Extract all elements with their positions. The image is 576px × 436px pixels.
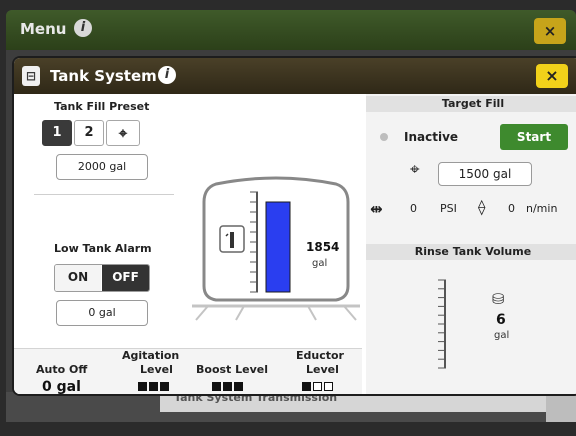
background-header: Menu i × [6, 10, 576, 50]
level-bar-segment [138, 382, 147, 391]
status-indicator-icon [380, 133, 388, 141]
auto-off-value[interactable]: 0 gal [42, 379, 81, 394]
pressure-icon: ⇹ [370, 200, 383, 218]
tank-system-icon: ⊟ [22, 66, 40, 86]
agitation-row: Agitation Eductor Auto Off Level Boost L… [14, 348, 362, 394]
background-bottom-tabs: Tank System Transmission [160, 392, 559, 412]
pressure-unit: PSI [440, 202, 457, 215]
level-bar-segment [313, 382, 322, 391]
left-panel: Tank Fill Preset 1 2 ⌖ 2000 gal Low Tank… [14, 94, 362, 394]
dialog-header: ⊟ Tank System i × [14, 58, 576, 94]
agitation-level-label: Level [140, 363, 173, 376]
rinse-tank-gauge [438, 279, 446, 369]
eductor-level-label: Level [306, 363, 339, 376]
dialog-close-button[interactable]: × [536, 64, 568, 88]
level-bar-segment [223, 382, 232, 391]
agitation-label: Agitation [122, 349, 180, 362]
target-fill-field[interactable]: 1500 gal [438, 162, 532, 186]
background-bottom-right [546, 392, 576, 422]
flow-icon: ⟠ [478, 198, 486, 216]
right-panel: Target Fill Inactive Start ⌖ 1500 gal ⇹ … [366, 94, 576, 394]
dialog-title: Tank System [50, 67, 157, 85]
rinse-tank-volume-unit: gal [494, 330, 510, 341]
boost-level-indicator[interactable] [212, 382, 243, 391]
target-fill-header: Target Fill [366, 96, 576, 112]
background-info-icon[interactable]: i [74, 19, 92, 37]
background-title: Menu [20, 20, 67, 38]
crosshair-icon: ⌖ [410, 160, 420, 180]
low-tank-alarm-field[interactable]: 0 gal [56, 300, 148, 326]
crosshair-icon: ⌖ [118, 124, 128, 142]
start-button[interactable]: Start [500, 124, 568, 150]
low-tank-alarm-label: Low Tank Alarm [54, 242, 152, 255]
background-close-button[interactable]: × [534, 18, 566, 44]
toggle-off-option[interactable]: OFF [102, 265, 149, 291]
preset-1-button[interactable]: 1 [42, 120, 72, 146]
boost-level-label: Boost Level [196, 363, 269, 376]
divider [34, 194, 174, 195]
auto-off-label: Auto Off [36, 363, 88, 376]
dialog-info-icon[interactable]: i [158, 66, 176, 84]
rinse-tank-volume-value: 6 [496, 312, 506, 328]
tank-volume-value: 1854 [306, 240, 340, 254]
flow-value: 0 [508, 202, 515, 215]
flow-unit: n/min [526, 202, 558, 215]
low-tank-alarm-toggle[interactable]: ON OFF [54, 264, 150, 292]
preset-2-button[interactable]: 2 [74, 120, 104, 146]
level-bar-segment [302, 382, 311, 391]
pressure-value: 0 [410, 202, 417, 215]
rinse-tank-header: Rinse Tank Volume [366, 244, 576, 260]
level-bar-segment [234, 382, 243, 391]
eductor-label: Eductor [296, 349, 344, 362]
target-fill-status: Inactive [404, 130, 459, 144]
level-bar-segment [212, 382, 221, 391]
level-bar-segment [149, 382, 158, 391]
preset-volume-field[interactable]: 2000 gal [56, 154, 148, 180]
agitation-level-indicator[interactable] [138, 382, 169, 391]
tank-volume-unit: gal [312, 258, 328, 269]
toggle-on-option[interactable]: ON [55, 265, 101, 291]
eductor-level-indicator[interactable] [302, 382, 333, 391]
rinse-tank-icon: ⛁ [492, 290, 505, 308]
preset-target-button[interactable]: ⌖ [106, 120, 140, 146]
level-bar-segment [324, 382, 333, 391]
tank-fill-preset-label: Tank Fill Preset [54, 100, 150, 113]
level-bar-segment [160, 382, 169, 391]
tank-system-dialog: ⊟ Tank System i × Tank Fill Preset 1 2 ⌖… [14, 58, 576, 394]
